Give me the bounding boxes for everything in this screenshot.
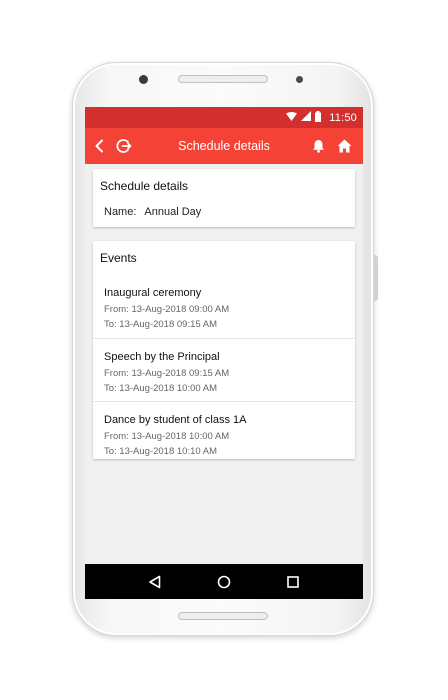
- event-list-item[interactable]: Speech by the Principal From: 13-Aug-201…: [93, 338, 355, 401]
- nav-recents-icon[interactable]: [283, 572, 303, 592]
- battery-icon: [315, 110, 322, 125]
- event-to: To: 13-Aug-2018 10:10 AM: [104, 446, 218, 457]
- status-bar: 11:50: [85, 107, 363, 128]
- name-label: Name:: [104, 206, 137, 218]
- event-from: From: 13-Aug-2018 09:15 AM: [104, 368, 230, 379]
- events-card-title: Events: [100, 251, 137, 265]
- nav-home-icon[interactable]: [214, 572, 234, 592]
- event-from: From: 13-Aug-2018 09:00 AM: [104, 304, 230, 315]
- event-title: Speech by the Principal: [104, 351, 220, 363]
- back-arrow-icon[interactable]: [89, 128, 111, 164]
- events-card: Events Inaugural ceremony From: 13-Aug-2…: [93, 241, 355, 459]
- event-to: To: 13-Aug-2018 10:00 AM: [104, 383, 218, 394]
- bell-icon[interactable]: [307, 128, 329, 164]
- name-value: Annual Day: [144, 206, 202, 218]
- schedule-name-row: Name: Annual Day: [104, 206, 201, 218]
- phone-side-button: [374, 255, 378, 301]
- logout-icon[interactable]: [113, 128, 135, 164]
- proximity-sensor: [296, 76, 303, 83]
- event-list-item[interactable]: Dance by student of class 1A From: 13-Au…: [93, 401, 355, 464]
- signal-icon: [301, 111, 312, 124]
- bottom-speaker: [178, 612, 268, 620]
- event-title: Inaugural ceremony: [104, 287, 202, 299]
- home-icon[interactable]: [333, 128, 355, 164]
- event-title: Dance by student of class 1A: [104, 414, 247, 426]
- app-bar: Schedule details: [85, 128, 363, 164]
- nav-back-icon[interactable]: [145, 572, 165, 592]
- schedule-card-title: Schedule details: [100, 179, 189, 193]
- status-time: 11:50: [329, 111, 357, 124]
- app-screen: 11:50 Schedule details Schedule details …: [85, 107, 363, 599]
- event-from: From: 13-Aug-2018 10:00 AM: [104, 431, 230, 442]
- front-camera: [139, 75, 148, 84]
- wifi-icon: [286, 111, 298, 124]
- event-list-item[interactable]: Inaugural ceremony From: 13-Aug-2018 09:…: [93, 275, 355, 338]
- earpiece-speaker: [178, 75, 268, 83]
- schedule-details-card: Schedule details Name: Annual Day: [93, 169, 355, 227]
- event-to: To: 13-Aug-2018 09:15 AM: [104, 319, 218, 330]
- system-nav-bar: [85, 564, 363, 599]
